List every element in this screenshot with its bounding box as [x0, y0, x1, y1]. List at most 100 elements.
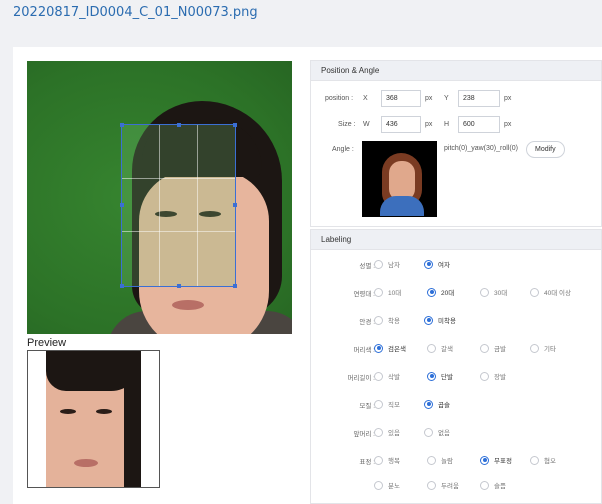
option-text: 미착용: [438, 318, 456, 325]
radio-circle[interactable]: [374, 427, 383, 437]
radio-circle-selected[interactable]: [424, 315, 433, 325]
hair-length-option-short[interactable]: 단발: [427, 371, 453, 381]
bbox-gridline: [196, 125, 198, 286]
hair-color-option-black[interactable]: 검은색: [374, 343, 406, 353]
expression-option-disgust[interactable]: 혐오: [530, 455, 556, 465]
angle-label: Angle :: [332, 146, 354, 153]
option-text: 검은색: [388, 346, 406, 353]
expression-option-happy[interactable]: 행복: [374, 455, 400, 465]
hair-texture-option-straight[interactable]: 직모: [374, 399, 400, 409]
age-option-30s[interactable]: 30대: [480, 287, 507, 297]
glasses-option-none[interactable]: 미착용: [424, 315, 456, 325]
size-label: Size :: [338, 121, 356, 128]
x-input[interactable]: 368: [381, 90, 421, 107]
x-label: X: [363, 95, 368, 102]
radio-circle[interactable]: [480, 343, 489, 353]
position-angle-panel: Position & Angle position : X 368 px Y 2…: [310, 60, 602, 227]
radio-circle[interactable]: [374, 315, 383, 325]
age-label: 연령대 :: [353, 291, 375, 298]
resize-handle-bottom-left[interactable]: [120, 284, 124, 288]
resize-handle-top-right[interactable]: [233, 123, 237, 127]
radio-circle[interactable]: [427, 480, 436, 490]
radio-circle-selected[interactable]: [424, 399, 433, 409]
hair-texture-option-curly[interactable]: 곱슬: [424, 399, 450, 409]
expression-option-fear[interactable]: 두려움: [427, 480, 459, 490]
age-option-20s[interactable]: 20대: [427, 287, 454, 297]
expression-option-neutral[interactable]: 무표정: [480, 455, 512, 465]
face-bounding-box[interactable]: [120, 123, 237, 288]
radio-circle[interactable]: [374, 371, 383, 381]
option-text: 혐오: [544, 458, 556, 465]
radio-circle[interactable]: [480, 480, 489, 490]
bangs-option-yes[interactable]: 있음: [374, 427, 400, 437]
resize-handle-bottom-right[interactable]: [233, 284, 237, 288]
y-input[interactable]: 238: [458, 90, 500, 107]
expression-label: 표정 :: [359, 459, 375, 466]
gender-label: 성별 :: [359, 263, 375, 270]
x-unit: px: [425, 95, 433, 102]
height-input[interactable]: 600: [458, 116, 500, 133]
radio-circle-selected[interactable]: [427, 287, 436, 297]
radio-circle[interactable]: [374, 287, 383, 297]
bbox-gridline: [122, 231, 235, 233]
preview-hair-side: [124, 351, 141, 487]
position-angle-header: Position & Angle: [311, 61, 601, 81]
option-text: 40대 이상: [544, 290, 571, 297]
expression-option-surprised[interactable]: 놀람: [427, 455, 453, 465]
option-text: 무표정: [494, 458, 512, 465]
option-text: 남자: [388, 262, 400, 269]
position-label: position :: [325, 95, 354, 102]
resize-handle-bottom[interactable]: [177, 284, 181, 288]
radio-circle[interactable]: [530, 455, 539, 465]
radio-circle[interactable]: [374, 480, 383, 490]
preview-image: [27, 350, 160, 488]
bbox-gridline: [159, 125, 161, 286]
hair-color-option-brown[interactable]: 갈색: [427, 343, 453, 353]
modify-button[interactable]: Modify: [526, 141, 565, 158]
radio-circle[interactable]: [480, 287, 489, 297]
glasses-label: 안경 :: [359, 319, 375, 326]
glasses-option-wearing[interactable]: 착용: [374, 315, 400, 325]
width-input[interactable]: 436: [381, 116, 421, 133]
radio-circle-selected[interactable]: [424, 259, 433, 269]
hair-color-option-blonde[interactable]: 금발: [480, 343, 506, 353]
resize-handle-right[interactable]: [233, 203, 237, 207]
option-text: 놀람: [441, 458, 453, 465]
angle-value: pitch(0)_yaw(30)_roll(0): [444, 145, 518, 152]
radio-circle[interactable]: [530, 287, 539, 297]
resize-handle-top[interactable]: [177, 123, 181, 127]
option-text: 여자: [438, 262, 450, 269]
expression-option-sad[interactable]: 슬픔: [480, 480, 506, 490]
radio-circle[interactable]: [374, 259, 383, 269]
preview-lips: [74, 459, 98, 467]
hair-length-option-long[interactable]: 장발: [480, 371, 506, 381]
radio-circle[interactable]: [424, 427, 433, 437]
radio-circle[interactable]: [480, 371, 489, 381]
preview-eye-right: [96, 409, 112, 414]
option-text: 단발: [441, 374, 453, 381]
hair-length-option-shaved[interactable]: 삭발: [374, 371, 400, 381]
expression-option-anger[interactable]: 분노: [374, 480, 400, 490]
resize-handle-top-left[interactable]: [120, 123, 124, 127]
option-text: 기타: [544, 346, 556, 353]
bangs-option-no[interactable]: 없음: [424, 427, 450, 437]
radio-circle[interactable]: [427, 455, 436, 465]
hair-color-option-other[interactable]: 기타: [530, 343, 556, 353]
radio-circle-selected[interactable]: [374, 343, 383, 353]
age-option-10s[interactable]: 10대: [374, 287, 401, 297]
radio-circle-selected[interactable]: [427, 371, 436, 381]
radio-circle-selected[interactable]: [480, 455, 489, 465]
age-option-40plus[interactable]: 40대 이상: [530, 287, 571, 297]
gender-option-male[interactable]: 남자: [374, 259, 400, 269]
hair-texture-label: 모질 :: [359, 403, 375, 410]
resize-handle-left[interactable]: [120, 203, 124, 207]
option-text: 있음: [388, 430, 400, 437]
gender-option-female[interactable]: 여자: [424, 259, 450, 269]
option-text: 장발: [494, 374, 506, 381]
radio-circle[interactable]: [427, 343, 436, 353]
option-text: 곱슬: [438, 402, 450, 409]
radio-circle[interactable]: [374, 399, 383, 409]
radio-circle[interactable]: [530, 343, 539, 353]
angle-thumb-face: [389, 161, 415, 201]
radio-circle[interactable]: [374, 455, 383, 465]
